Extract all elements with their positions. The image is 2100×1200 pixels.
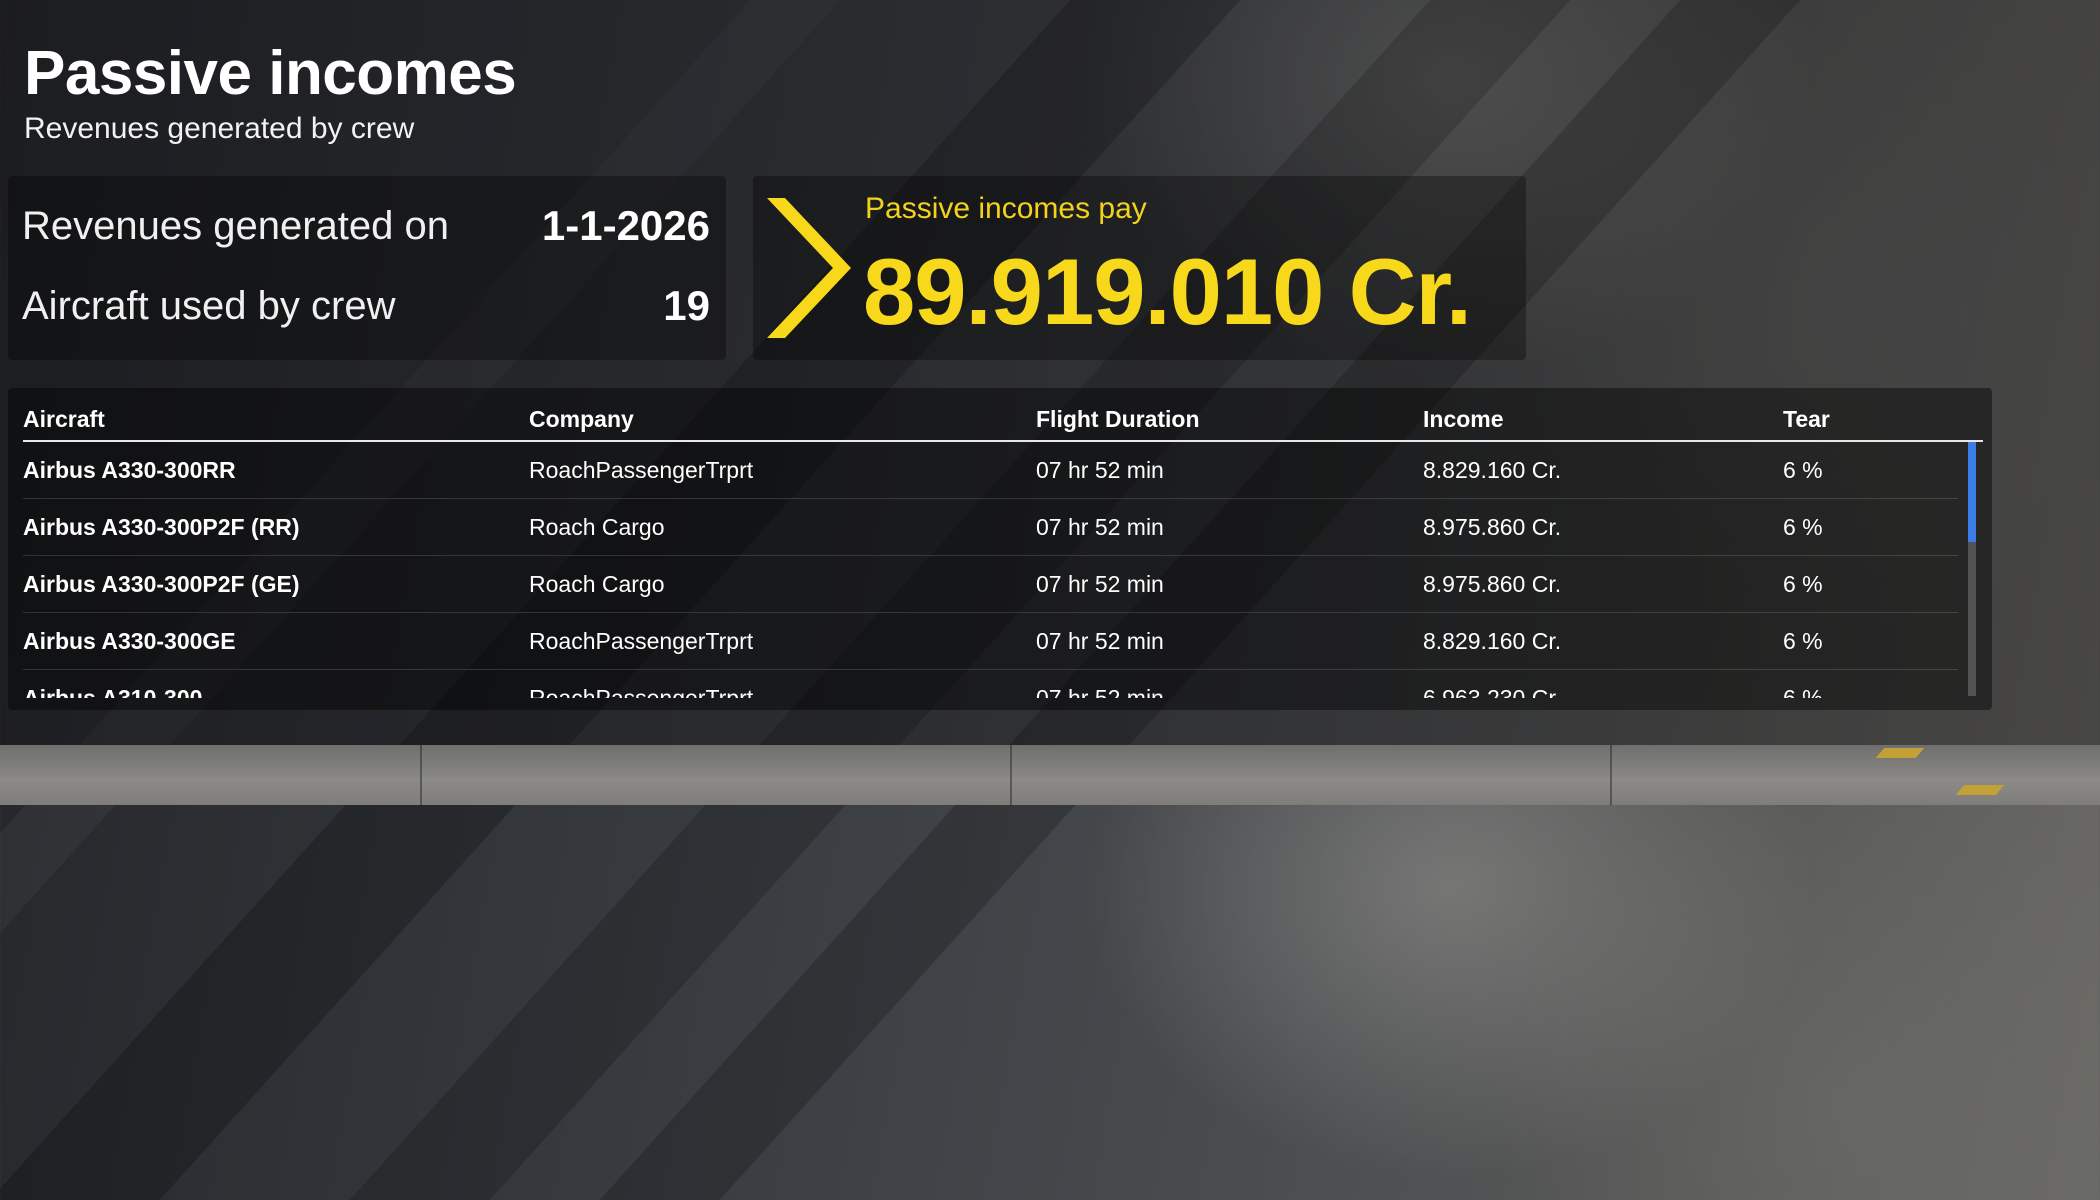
- page-title: Passive incomes: [24, 39, 517, 108]
- revenues-date-row: Revenues generated on 1-1-2026: [22, 202, 710, 250]
- cell-income: 6.963.230 Cr.: [1423, 685, 1562, 698]
- table-scrollbar[interactable]: [1968, 442, 1976, 696]
- cell-tear: 6 %: [1783, 685, 1823, 698]
- floor-line: [420, 745, 422, 805]
- cell-company: RoachPassengerTrprt: [529, 628, 754, 654]
- table-row[interactable]: Airbus A330-300GE RoachPassengerTrprt 07…: [23, 613, 1958, 670]
- pay-amount: 89.919.010 Cr.: [863, 239, 1472, 344]
- aircraft-count-value: 19: [663, 282, 710, 329]
- cell-duration: 07 hr 52 min: [1036, 628, 1164, 654]
- cell-aircraft: Airbus A330-300P2F (RR): [23, 514, 300, 540]
- cell-duration: 07 hr 52 min: [1036, 571, 1164, 597]
- cell-tear: 6 %: [1783, 628, 1823, 654]
- table-header: Aircraft Company Flight Duration Income …: [23, 402, 1983, 442]
- page-subtitle: Revenues generated by crew: [24, 112, 415, 145]
- cell-company: Roach Cargo: [529, 514, 665, 540]
- cell-tear: 6 %: [1783, 457, 1823, 483]
- table-row[interactable]: Airbus A330-300P2F (RR) Roach Cargo 07 h…: [23, 499, 1958, 556]
- cell-duration: 07 hr 52 min: [1036, 685, 1164, 698]
- table-row[interactable]: Airbus A310-300 RoachPassengerTrprt 07 h…: [23, 670, 1958, 698]
- cell-aircraft: Airbus A330-300GE: [23, 628, 236, 654]
- chevron-right-icon: [767, 198, 851, 338]
- column-header-company[interactable]: Company: [529, 406, 634, 433]
- aircraft-count-row: Aircraft used by crew 19: [22, 282, 710, 330]
- cell-company: RoachPassengerTrprt: [529, 457, 754, 483]
- cell-tear: 6 %: [1783, 571, 1823, 597]
- column-header-tear[interactable]: Tear: [1783, 406, 1830, 433]
- cell-tear: 6 %: [1783, 514, 1823, 540]
- cell-company: RoachPassengerTrprt: [529, 685, 754, 698]
- passive-income-pay-panel: Passive incomes pay 89.919.010 Cr.: [753, 176, 1526, 360]
- cell-aircraft: Airbus A330-300P2F (GE): [23, 571, 300, 597]
- cell-income: 8.975.860 Cr.: [1423, 514, 1562, 540]
- cell-company: Roach Cargo: [529, 571, 665, 597]
- table-body: Airbus A330-300RR RoachPassengerTrprt 07…: [23, 442, 1958, 698]
- cell-duration: 07 hr 52 min: [1036, 514, 1164, 540]
- cell-income: 8.829.160 Cr.: [1423, 457, 1562, 483]
- column-header-income[interactable]: Income: [1423, 406, 1504, 433]
- table-row[interactable]: Airbus A330-300RR RoachPassengerTrprt 07…: [23, 442, 1958, 499]
- cell-aircraft: Airbus A330-300RR: [23, 457, 236, 483]
- cell-duration: 07 hr 52 min: [1036, 457, 1164, 483]
- cell-income: 8.829.160 Cr.: [1423, 628, 1562, 654]
- revenue-info-panel: Revenues generated on 1-1-2026 Aircraft …: [8, 176, 726, 360]
- hangar-floor: [0, 745, 2100, 805]
- aircraft-income-table: Aircraft Company Flight Duration Income …: [8, 388, 1992, 710]
- floor-marking: [1875, 748, 1925, 758]
- scrollbar-thumb[interactable]: [1968, 442, 1976, 542]
- revenues-date-label: Revenues generated on: [22, 203, 449, 248]
- floor-line: [1010, 745, 1012, 805]
- floor-line: [1610, 745, 1612, 805]
- column-header-flight-duration[interactable]: Flight Duration: [1036, 406, 1200, 433]
- pay-label: Passive incomes pay: [865, 192, 1147, 225]
- cell-aircraft: Airbus A310-300: [23, 685, 203, 698]
- table-row[interactable]: Airbus A330-300P2F (GE) Roach Cargo 07 h…: [23, 556, 1958, 613]
- floor-marking: [1955, 785, 2005, 795]
- revenues-date-value: 1-1-2026: [541, 202, 710, 249]
- column-header-aircraft[interactable]: Aircraft: [23, 406, 105, 433]
- cell-income: 8.975.860 Cr.: [1423, 571, 1562, 597]
- aircraft-count-label: Aircraft used by crew: [22, 283, 396, 328]
